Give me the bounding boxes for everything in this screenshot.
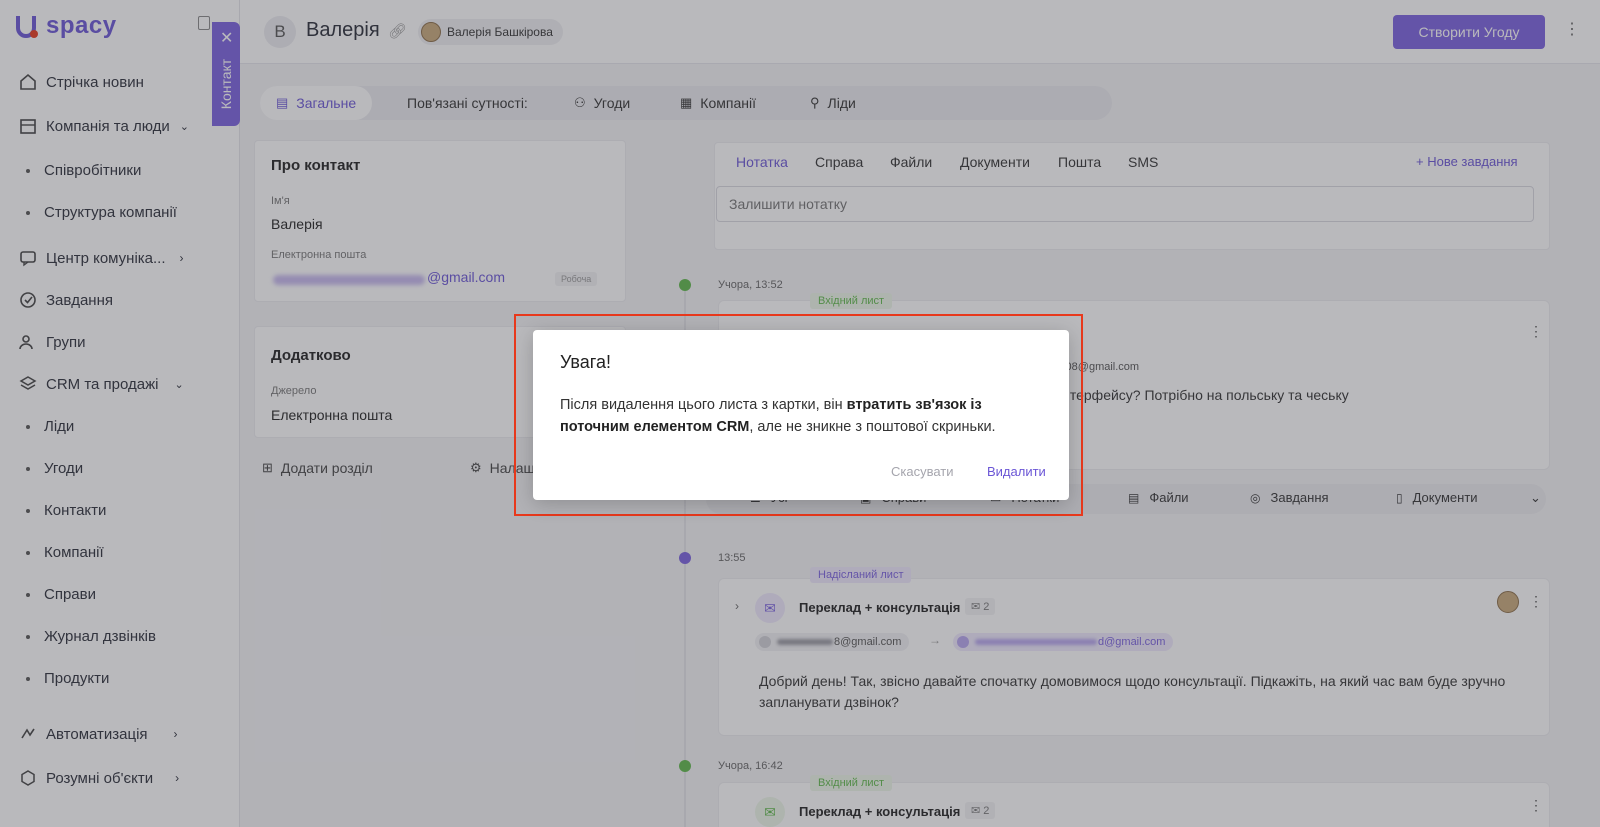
dialog-title: Увага!: [560, 352, 611, 372]
confirm-delete-dialog: Увага! Після видалення цього листа з кар…: [533, 330, 1069, 500]
dialog-message: Після видалення цього листа з картки, ві…: [560, 394, 1040, 438]
dialog-text-part: Після видалення цього листа з картки, ві…: [560, 397, 847, 413]
dialog-text-part: , але не зникне з поштової скриньки.: [749, 419, 996, 435]
delete-button[interactable]: Видалити: [987, 464, 1046, 479]
cancel-button[interactable]: Скасувати: [891, 464, 954, 479]
